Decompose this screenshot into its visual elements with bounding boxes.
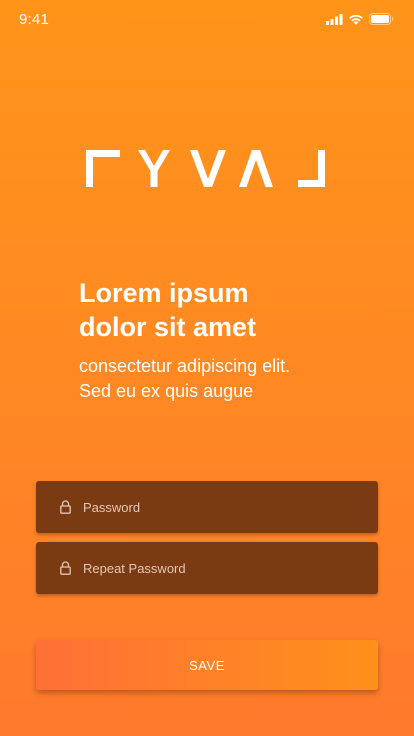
repeat-password-input[interactable] xyxy=(83,560,343,576)
subtext-line-1: consectetur adipiscing elit. xyxy=(79,356,291,376)
lock-icon xyxy=(60,561,71,575)
subtext: consectetur adipiscing elit. Sed eu ex q… xyxy=(79,354,379,404)
status-bar: 9:41 xyxy=(0,0,414,40)
password-field[interactable] xyxy=(36,481,378,533)
status-time: 9:41 xyxy=(19,11,49,28)
headline-line-1: Lorem ipsum xyxy=(79,278,249,308)
ryval-logo-mark xyxy=(86,150,325,187)
battery-icon xyxy=(369,13,394,25)
lock-icon xyxy=(60,500,71,514)
signal-icon xyxy=(326,13,343,25)
reset-password-screen: 9:41 Lorem ipsum dolor sit amet consecte… xyxy=(0,0,414,736)
save-button[interactable]: SAVE xyxy=(36,640,378,690)
wifi-icon xyxy=(349,14,363,25)
headline: Lorem ipsum dolor sit amet xyxy=(79,276,379,344)
password-input[interactable] xyxy=(83,499,343,515)
subtext-line-2: Sed eu ex quis augue xyxy=(79,381,254,401)
status-icons xyxy=(326,13,394,25)
ryval-logo xyxy=(86,150,328,193)
headline-line-2: dolor sit amet xyxy=(79,312,257,342)
repeat-password-field[interactable] xyxy=(36,542,378,594)
